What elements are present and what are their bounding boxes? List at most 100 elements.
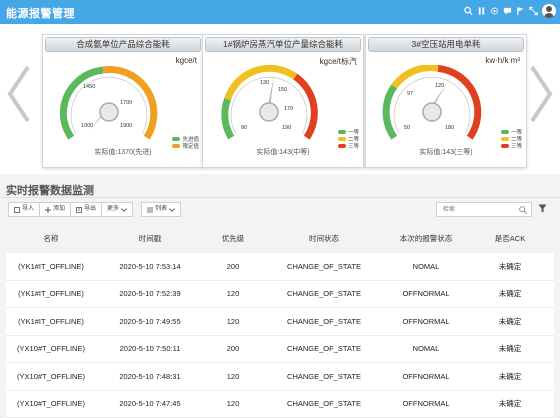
gauge-card-boiler: 1#锅炉房蒸汽单位产量综合能耗 kgce/t标汽 90 130 150 170 … <box>202 34 364 168</box>
table-row[interactable]: (YK1#IT_OFFLINE) 2020-5-10 7:52:39 120 C… <box>6 280 554 308</box>
columns-dropdown[interactable]: 列表 <box>141 202 182 217</box>
table-header: 名称 时间戳 优先级 时间状态 本次的报警状态 是否ACK <box>6 223 554 253</box>
gauge-hub <box>422 102 442 122</box>
table-row[interactable]: (YX10#T_OFFLINE) 2020-5-10 7:47:45 120 C… <box>6 390 554 418</box>
import-icon <box>14 206 20 213</box>
cell-alarm-state: OFFNORMAL <box>402 399 450 409</box>
column-header[interactable]: 时间戳 <box>96 223 204 253</box>
cell-priority: 120 <box>226 399 240 409</box>
gauge-unit: kgce/t <box>175 56 197 65</box>
table-row[interactable]: (YX10#T_OFFLINE) 2020-5-10 7:48:31 120 C… <box>6 363 554 391</box>
cell-name: (YX10#T_OFFLINE) <box>17 344 85 354</box>
add-button[interactable]: 添加 <box>40 202 72 217</box>
cell-timestamp: 2020-5-10 7:50:11 <box>119 344 181 354</box>
gauge-actual-value: 实际值:143(中等) <box>256 149 310 156</box>
gauge-tick-label: 150 <box>278 87 287 93</box>
gauge-hub <box>99 102 119 122</box>
export-icon <box>76 206 82 213</box>
gauge-tick-label: 1450 <box>83 84 95 90</box>
cell-name: (YX10#T_OFFLINE) <box>17 399 85 409</box>
cell-timestamp: 2020-5-10 7:47:45 <box>119 399 181 409</box>
column-header[interactable]: 名称 <box>6 223 96 253</box>
gauge-title: 3#空压站用电单耗 <box>368 37 524 52</box>
cell-priority: 200 <box>226 261 240 271</box>
cell-time-state: CHANGE_OF_STATE <box>287 289 361 299</box>
gauge-unit: kw·h/k m³ <box>485 56 520 65</box>
columns-icon <box>147 207 154 212</box>
search-input[interactable] <box>437 203 517 216</box>
gauge-tick-label: 130 <box>260 80 269 86</box>
cell-ack: 未确定 <box>498 289 522 299</box>
gauge-tick-label: 97 <box>407 91 413 97</box>
message-icon[interactable] <box>503 6 512 16</box>
alarm-table: 名称 时间戳 优先级 时间状态 本次的报警状态 是否ACK (YK1#IT_OF… <box>6 223 554 418</box>
carousel-prev-arrow-icon[interactable] <box>6 64 32 124</box>
gauge-tick-label: 90 <box>241 125 247 131</box>
column-header[interactable]: 优先级 <box>204 223 262 253</box>
cell-name: (YX10#T_OFFLINE) <box>17 371 85 381</box>
cell-priority: 120 <box>226 289 240 299</box>
table-row[interactable]: (YK1#IT_OFFLINE) 2020-5-10 7:49:55 120 C… <box>6 308 554 336</box>
cell-ack: 未确定 <box>498 399 522 409</box>
gauge-legend: 一等 二等 三等 <box>337 128 359 150</box>
gauge-tick-label: 50 <box>404 125 410 131</box>
gauge-actual-value: 实际值:143(三等) <box>419 149 473 156</box>
carousel-next-arrow-icon[interactable] <box>528 64 554 124</box>
flag-icon[interactable] <box>516 6 525 16</box>
cell-priority: 120 <box>226 316 240 326</box>
gauge-actual-value: 实际值:1370(先进) <box>94 149 152 156</box>
chevron-down-icon <box>121 207 127 212</box>
import-button[interactable]: 导入 <box>8 202 41 217</box>
search-icon[interactable] <box>519 206 527 214</box>
cell-name: (YK1#IT_OFFLINE) <box>18 316 84 326</box>
section-title: 实时报警数据监测 <box>6 185 94 197</box>
cell-ack: 未确定 <box>498 261 522 271</box>
plus-icon <box>45 206 52 213</box>
gauge-dial: 1000 1450 1700 1900 <box>59 66 158 140</box>
gauge-dial: 50 97 120 180 <box>382 65 482 140</box>
table-row[interactable]: (YX10#T_OFFLINE) 2020-5-10 7:50:11 200 C… <box>6 335 554 363</box>
table-row[interactable]: (YK1#IT_OFFLINE) 2020-5-10 7:53:14 200 C… <box>6 253 554 281</box>
cell-time-state: CHANGE_OF_STATE <box>287 344 361 354</box>
cell-name: (YK1#IT_OFFLINE) <box>18 289 84 299</box>
chevron-down-icon <box>169 207 175 212</box>
gauge-tick-label: 1900 <box>120 123 132 129</box>
cell-priority: 120 <box>226 371 240 381</box>
settings-icon[interactable] <box>490 6 499 16</box>
header-icon-bar <box>464 6 538 16</box>
gauge-hub <box>259 102 279 122</box>
cell-time-state: CHANGE_OF_STATE <box>287 261 361 271</box>
export-button[interactable]: 导出 <box>71 202 103 217</box>
cell-name: (YK1#IT_OFFLINE) <box>18 261 84 271</box>
gauge-tick-label: 180 <box>445 125 454 131</box>
cell-time-state: CHANGE_OF_STATE <box>287 399 361 409</box>
search-box <box>436 202 532 217</box>
cell-alarm-state: NOMAL <box>412 261 440 271</box>
cell-alarm-state: NOMAL <box>412 344 440 354</box>
cell-timestamp: 2020-5-10 7:48:31 <box>119 371 181 381</box>
table-toolbar: 导入 添加 导出 更多 列表 <box>8 202 182 217</box>
expand-icon[interactable] <box>529 6 538 16</box>
column-header[interactable]: 是否ACK <box>466 223 554 253</box>
column-header[interactable]: 时间状态 <box>262 223 386 253</box>
cell-priority: 200 <box>226 344 240 354</box>
search-icon[interactable] <box>464 6 473 16</box>
cell-alarm-state: OFFNORMAL <box>402 371 450 381</box>
divider <box>0 197 560 198</box>
cell-timestamp: 2020-5-10 7:53:14 <box>119 261 181 271</box>
pause-icon[interactable] <box>477 6 486 16</box>
gauge-card-compressor: 3#空压站用电单耗 kw·h/k m³ 50 97 120 180 一等 二等 … <box>365 34 527 168</box>
gauge-carousel: 合成氨单位产品综合能耗 kgce/t 1000 1450 1700 1900 先… <box>0 24 560 174</box>
cell-time-state: CHANGE_OF_STATE <box>287 371 361 381</box>
gauge-card-ammonia: 合成氨单位产品综合能耗 kgce/t 1000 1450 1700 1900 先… <box>42 34 204 168</box>
gauge-tick-label: 170 <box>284 106 293 112</box>
cell-alarm-state: OFFNORMAL <box>402 289 450 299</box>
more-dropdown[interactable]: 更多 <box>102 202 134 217</box>
column-header[interactable]: 本次的报警状态 <box>386 223 466 253</box>
gauge-dial: 90 130 150 170 190 <box>221 65 318 140</box>
filter-icon[interactable] <box>538 204 547 213</box>
gauge-tick-label: 190 <box>282 125 291 131</box>
gauge-tick-label: 120 <box>435 83 444 89</box>
avatar[interactable] <box>542 4 556 18</box>
app-title: 能源报警管理 <box>6 8 75 20</box>
